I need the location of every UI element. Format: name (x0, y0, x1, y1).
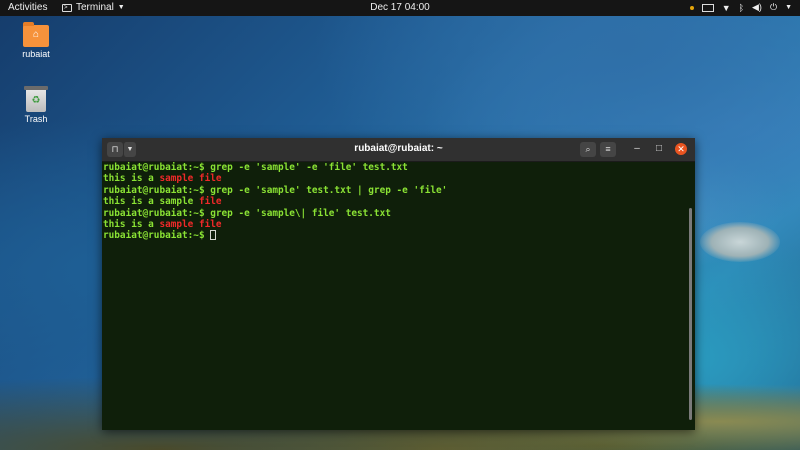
terminal-line: rubaiat@rubaiat:~$ grep -e 'sample\| fil… (103, 208, 695, 219)
command-text: grep -e 'sample\| file' test.txt (210, 207, 391, 219)
volume-icon: ◀) (752, 2, 762, 12)
hamburger-menu-icon: ≡ (605, 144, 611, 154)
desktop-icon-home[interactable]: ⌂ rubaiat (16, 22, 56, 59)
minimize-icon: – (634, 143, 640, 154)
prompt: rubaiat@rubaiat:~$ (103, 230, 211, 242)
hamburger-menu-button[interactable]: ≡ (600, 142, 616, 157)
match-highlight: file (198, 218, 222, 230)
maximize-button[interactable]: □ (652, 143, 666, 155)
scrollbar[interactable] (689, 208, 692, 420)
command-text: grep -e 'sample' -e 'file' test.txt (210, 162, 408, 173)
output-text: this is a (103, 173, 160, 185)
search-button[interactable]: ⌕ (580, 142, 596, 157)
terminal-line: this is a sample file (103, 219, 695, 230)
wallpaper-rock (700, 222, 780, 262)
terminal-line: this is a sample file (103, 173, 695, 184)
terminal-line: rubaiat@rubaiat:~$ grep -e 'sample' test… (103, 185, 695, 196)
close-button[interactable]: ✕ (675, 143, 687, 155)
terminal-window[interactable]: ⊓ ▼ rubaiat@rubaiat: ~ ⌕ ≡ – □ ✕ rubaiat… (102, 138, 695, 430)
terminal-titlebar[interactable]: ⊓ ▼ rubaiat@rubaiat: ~ ⌕ ≡ – □ ✕ (102, 138, 695, 162)
notification-dot-icon (689, 5, 694, 10)
search-icon: ⌕ (585, 144, 591, 154)
prompt: rubaiat@rubaiat:~$ (103, 162, 211, 173)
match-highlight: sample (159, 173, 194, 185)
screen-share-icon (701, 3, 714, 12)
minimize-button[interactable]: – (630, 143, 644, 155)
output-text: this is a (103, 218, 160, 230)
prompt: rubaiat@rubaiat:~$ (103, 184, 211, 196)
command-text: grep -e 'sample' test.txt | grep -e 'fil… (210, 184, 448, 196)
system-tray[interactable]: ▼ ᛒ ◀) ⏻ ▼ (689, 2, 792, 13)
wifi-icon: ▼ (721, 2, 731, 13)
power-icon: ⏻ (769, 2, 778, 12)
desktop-icon-trash[interactable]: ♻ Trash (16, 86, 56, 124)
trash-icon: ♻ (24, 86, 48, 112)
terminal-line: rubaiat@rubaiat:~$ grep -e 'sample' -e '… (103, 162, 695, 173)
terminal-output[interactable]: rubaiat@rubaiat:~$ grep -e 'sample' -e '… (102, 162, 695, 430)
terminal-line: rubaiat@rubaiat:~$ (103, 230, 695, 241)
maximize-icon: □ (655, 143, 663, 154)
terminal-line: this is a sample file (103, 196, 695, 207)
output-text: this is a sample (103, 196, 199, 208)
match-highlight: file (198, 196, 222, 208)
home-folder-icon: ⌂ (23, 22, 49, 47)
desktop-icon-label: Trash (24, 114, 48, 124)
tray-chevron-down-icon: ▼ (785, 4, 792, 11)
match-highlight: file (198, 173, 222, 185)
clock[interactable]: Dec 17 04:00 (0, 2, 800, 13)
match-highlight: sample (159, 218, 194, 230)
bluetooth-icon: ᛒ (738, 2, 745, 13)
close-icon: ✕ (677, 144, 685, 154)
text-cursor (210, 230, 217, 241)
top-bar: Activities > Terminal ▼ Dec 17 04:00 ▼ ᛒ… (0, 0, 800, 16)
desktop-icon-label: rubaiat (22, 49, 50, 59)
prompt: rubaiat@rubaiat:~$ (103, 207, 211, 219)
